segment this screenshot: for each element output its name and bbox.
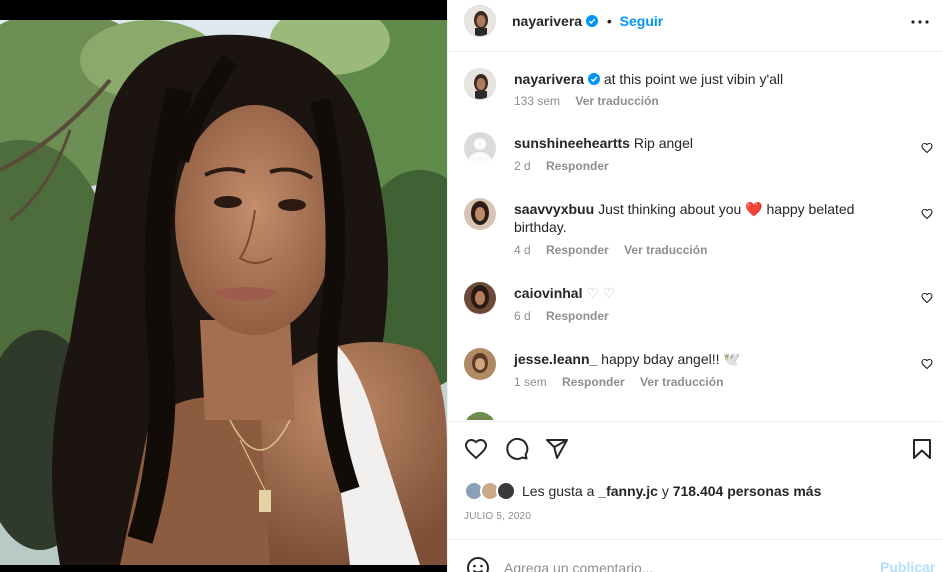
caption-body: nayarivera at this point we just vibin y… bbox=[514, 70, 884, 88]
comment-avatar[interactable] bbox=[464, 198, 496, 230]
author-avatar[interactable] bbox=[464, 5, 496, 37]
comment-like-icon[interactable] bbox=[921, 292, 933, 304]
heart-icon[interactable] bbox=[464, 437, 488, 461]
caption-time[interactable]: 133 sem bbox=[514, 94, 560, 108]
comment-item: sunshineeheartts Rip angel 2 d Responder bbox=[464, 132, 934, 182]
comment-time[interactable]: 4 d bbox=[514, 243, 531, 257]
likes-prefix: Les gusta a bbox=[522, 483, 595, 499]
comment-text: ♡ ♡ bbox=[586, 285, 616, 301]
comment-text: Rip angel bbox=[633, 135, 693, 151]
comment-time[interactable]: 2 d bbox=[514, 159, 531, 173]
comment-meta: 6 d Responder bbox=[514, 309, 621, 323]
comment-avatar[interactable] bbox=[464, 282, 496, 314]
post-date[interactable]: JULIO 5, 2020 bbox=[464, 511, 531, 522]
caption-avatar[interactable] bbox=[464, 68, 496, 100]
caption-username[interactable]: nayarivera bbox=[514, 71, 584, 87]
liker-avatars[interactable] bbox=[464, 481, 518, 501]
translate-link[interactable]: Ver traducción bbox=[640, 375, 723, 389]
comments-list[interactable]: nayarivera at this point we just vibin y… bbox=[448, 52, 943, 420]
verified-badge-icon bbox=[585, 15, 598, 27]
comment-item-partial bbox=[464, 412, 934, 420]
comment-meta: 1 sem Responder Ver traducción bbox=[514, 375, 735, 389]
comment-like-icon[interactable] bbox=[921, 142, 933, 154]
comment-body: saavvyxbuu Just thinking about you ❤️ ha… bbox=[514, 200, 884, 236]
photo-letterbox-top bbox=[0, 0, 447, 20]
header-separator: • bbox=[606, 13, 612, 29]
post-photo[interactable] bbox=[0, 0, 447, 572]
comment-meta: 4 d Responder Ver traducción bbox=[514, 243, 719, 257]
comment-username[interactable]: saavvyxbuu bbox=[514, 201, 594, 217]
comment-username[interactable]: caiovinhal bbox=[514, 285, 582, 301]
comment-like-icon[interactable] bbox=[921, 358, 933, 370]
comment-username[interactable]: jesse.leann_ bbox=[514, 351, 597, 367]
follow-button[interactable]: Seguir bbox=[620, 13, 664, 29]
post-header: nayarivera • Seguir bbox=[448, 0, 943, 52]
comment-icon[interactable] bbox=[505, 437, 529, 461]
selfie-image bbox=[0, 20, 447, 565]
likes-user-link[interactable]: _fanny.jc bbox=[598, 483, 658, 499]
comment-text: happy bday angel!! 🕊️ bbox=[601, 351, 741, 367]
comment-input[interactable] bbox=[504, 558, 844, 572]
reply-button[interactable]: Responder bbox=[546, 243, 609, 257]
photo-letterbox-bottom bbox=[0, 565, 447, 572]
translate-link[interactable]: Ver traducción bbox=[624, 243, 707, 257]
comment-avatar[interactable] bbox=[464, 348, 496, 380]
emoji-icon[interactable] bbox=[466, 556, 490, 572]
post-side-panel: nayarivera • Seguir nayarivera at this p… bbox=[447, 0, 943, 572]
reply-button[interactable]: Responder bbox=[546, 309, 609, 323]
reply-button[interactable]: Responder bbox=[546, 159, 609, 173]
verified-badge-icon bbox=[587, 73, 600, 85]
comment-text: Just thinking about you bbox=[598, 201, 742, 217]
header-user-line: nayarivera • Seguir bbox=[512, 13, 663, 29]
add-comment-bar: Publicar bbox=[448, 539, 943, 572]
comment-like-icon[interactable] bbox=[921, 208, 933, 220]
comment-avatar[interactable] bbox=[464, 412, 496, 420]
comment-body: jesse.leann_ happy bday angel!! 🕊️ bbox=[514, 350, 884, 368]
comment-item: jesse.leann_ happy bday angel!! 🕊️ 1 sem… bbox=[464, 348, 934, 398]
caption-meta: 133 sem Ver traducción bbox=[514, 94, 671, 108]
comment-body: sunshineeheartts Rip angel bbox=[514, 134, 884, 152]
reply-button[interactable]: Responder bbox=[562, 375, 625, 389]
more-options-icon[interactable] bbox=[910, 18, 930, 26]
comment-username[interactable]: sunshineeheartts bbox=[514, 135, 630, 151]
comment-item: caiovinhal ♡ ♡ 6 d Responder bbox=[464, 282, 934, 332]
bookmark-icon[interactable] bbox=[910, 437, 934, 461]
caption: nayarivera at this point we just vibin y… bbox=[464, 68, 934, 118]
likes-connector: y bbox=[661, 483, 669, 499]
comment-meta: 2 d Responder bbox=[514, 159, 621, 173]
likes-count-link[interactable]: 718.404 personas más bbox=[673, 483, 822, 499]
comment-time[interactable]: 6 d bbox=[514, 309, 531, 323]
caption-text: at this point we just vibin y'all bbox=[603, 71, 784, 87]
publish-button[interactable]: Publicar bbox=[880, 559, 935, 572]
share-icon[interactable] bbox=[545, 437, 569, 461]
likes-text: Les gusta a _fanny.jc y 718.404 personas… bbox=[522, 483, 821, 499]
red-heart-emoji: ❤️ bbox=[745, 201, 763, 217]
comment-item: saavvyxbuu Just thinking about you ❤️ ha… bbox=[464, 198, 934, 264]
caption-translate-link[interactable]: Ver traducción bbox=[575, 94, 658, 108]
author-username[interactable]: nayarivera bbox=[512, 13, 582, 29]
comment-time[interactable]: 1 sem bbox=[514, 375, 547, 389]
comment-avatar[interactable] bbox=[464, 132, 496, 164]
comment-body: caiovinhal ♡ ♡ bbox=[514, 284, 884, 302]
